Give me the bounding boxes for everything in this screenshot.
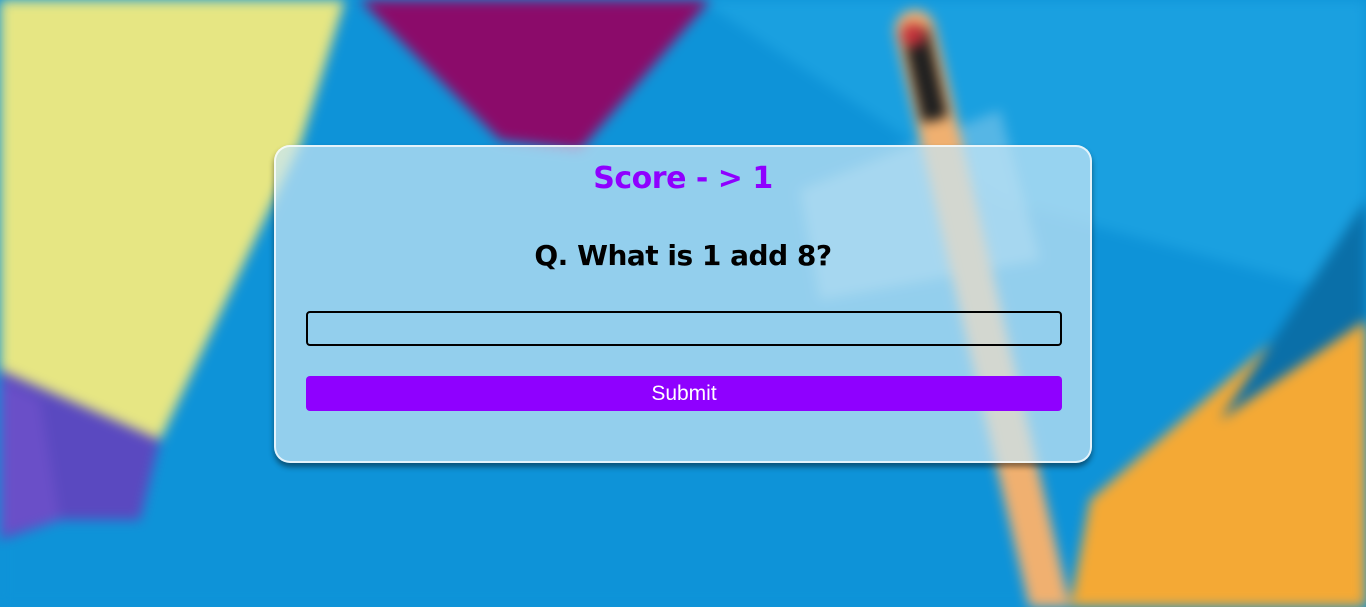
submit-button[interactable]: Submit [306, 376, 1062, 411]
quiz-card: Score - > 1 Q. What is 1 add 8? Submit [274, 145, 1092, 463]
score-display: Score - > 1 [593, 161, 773, 196]
answer-input[interactable] [306, 311, 1062, 346]
question-text: Q. What is 1 add 8? [534, 239, 832, 272]
